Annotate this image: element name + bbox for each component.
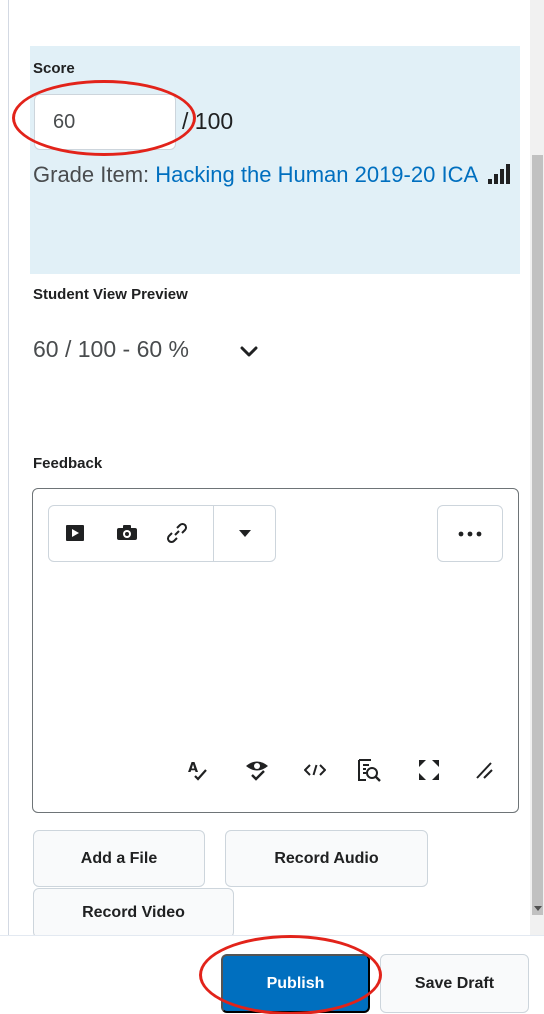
record-video-button[interactable]: Record Video [33,888,234,938]
accessibility-icon[interactable] [244,757,270,783]
save-draft-button[interactable]: Save Draft [380,954,529,1013]
score-out-of: / 100 [182,108,234,134]
link-icon[interactable] [164,520,190,546]
toolbar-divider [213,505,214,562]
resize-icon[interactable] [471,757,497,783]
score-input[interactable] [34,94,176,150]
feedback-label: Feedback [33,455,103,472]
preview-icon[interactable] [356,757,382,783]
source-code-icon[interactable] [302,757,328,783]
record-audio-button[interactable]: Record Audio [225,830,428,887]
chevron-down-icon[interactable] [238,340,260,362]
student-view-preview-value: 60 / 100 - 60 % [33,336,189,362]
fullscreen-icon[interactable] [416,757,442,783]
scroll-down-arrow-icon[interactable] [534,906,542,911]
scrollbar-thumb[interactable] [532,155,543,915]
camera-icon[interactable] [114,520,140,546]
grade-item-line: Grade Item: Hacking the Human 2019-20 IC… [33,156,513,194]
page-left-border [8,0,9,935]
score-label: Score [33,60,75,77]
student-view-preview-label: Student View Preview [33,286,188,303]
bar-chart-icon[interactable] [488,164,511,184]
caret-down-icon[interactable] [232,520,258,546]
grade-item-link[interactable]: Hacking the Human 2019-20 ICA [155,162,478,187]
more-icon[interactable] [437,505,503,562]
video-icon[interactable] [62,520,88,546]
svg-text:A: A [188,761,198,776]
grade-item-prefix: Grade Item: [33,162,156,187]
spellcheck-icon[interactable]: A [184,757,210,783]
publish-button[interactable]: Publish [221,954,370,1013]
add-file-button[interactable]: Add a File [33,830,205,887]
